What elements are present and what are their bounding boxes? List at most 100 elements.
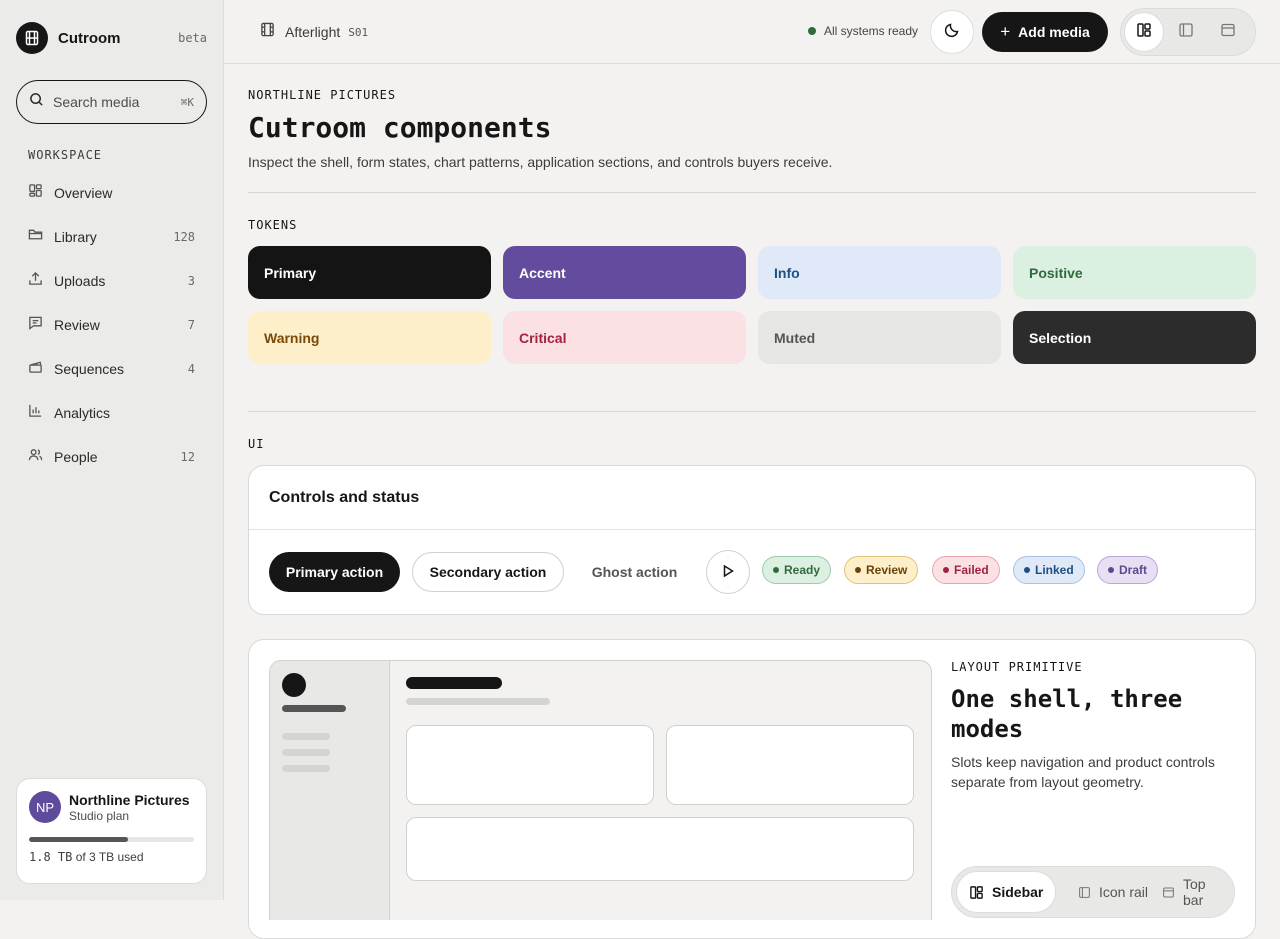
status-text: All systems ready — [824, 24, 919, 38]
preview-heading — [406, 677, 502, 689]
preview-sidebar — [270, 661, 390, 920]
main-content: NORTHLINE PICTURES Cutroom components In… — [224, 64, 1280, 939]
sidebar-item-uploads[interactable]: Uploads 3 — [16, 263, 207, 299]
section-divider — [248, 411, 1256, 412]
search-shortcut: ⌘K — [180, 95, 194, 109]
upload-icon — [28, 271, 43, 291]
system-status: All systems ready — [808, 24, 918, 38]
sidebar-item-sequences[interactable]: Sequences 4 — [16, 351, 207, 387]
token-critical: Critical — [503, 311, 746, 364]
badge-label: Draft — [1119, 563, 1148, 577]
badge-label: Failed — [954, 563, 989, 577]
storage-progress-fill — [29, 837, 128, 842]
status-dot — [855, 567, 861, 573]
layout-primitive-card: LAYOUT PRIMITIVE One shell, three modes … — [248, 639, 1256, 939]
workspace-label: WORKSPACE — [28, 148, 103, 162]
preview-line — [282, 749, 330, 756]
search-icon — [29, 92, 44, 112]
token-info: Info — [758, 246, 1001, 299]
shell-preview — [269, 660, 932, 920]
sidebar-item-label: Library — [54, 229, 97, 245]
ui-heading: UI — [248, 437, 265, 451]
token-selection: Selection — [1013, 311, 1256, 364]
moon-icon — [944, 22, 960, 43]
sidebar-item-library[interactable]: Library 128 — [16, 219, 207, 255]
add-media-button[interactable]: + Add media — [982, 12, 1108, 52]
breadcrumb[interactable]: Afterlight S01 — [260, 22, 368, 42]
plus-icon: + — [1000, 22, 1011, 41]
page-title: Cutroom components — [248, 111, 552, 144]
mode-option-top-bar[interactable]: Top bar — [1156, 871, 1234, 913]
token-accent: Accent — [503, 246, 746, 299]
sidebar-item-people[interactable]: People 12 — [16, 439, 207, 475]
sidebar-item-label: People — [54, 449, 98, 465]
status-badge-review: Review — [844, 556, 919, 584]
preview-avatar — [282, 673, 306, 697]
storage-usage: 1.8 TB of 3 TB used — [29, 850, 194, 864]
mode-option-icon-rail[interactable]: Icon rail — [1072, 871, 1154, 913]
play-icon — [721, 564, 735, 581]
controls-card: Controls and status Primary action Secon… — [248, 465, 1256, 615]
top-bar-layout-icon — [1162, 886, 1175, 899]
sidebar-item-count: 12 — [180, 450, 195, 464]
sidebar-layout-icon — [969, 885, 984, 900]
sidebar-item-review[interactable]: Review 7 — [16, 307, 207, 343]
storage-used: 1.8 TB — [29, 850, 73, 864]
sidebar-item-analytics[interactable]: Analytics — [16, 395, 207, 431]
preview-line — [406, 698, 550, 705]
topbar: Afterlight S01 All systems ready + Add m… — [224, 0, 1280, 64]
badge-label: Ready — [784, 563, 821, 577]
sidebar-item-count: 4 — [187, 362, 195, 376]
page-eyebrow: NORTHLINE PICTURES — [248, 88, 397, 102]
token-primary: Primary — [248, 246, 491, 299]
add-media-label: Add media — [1018, 24, 1090, 40]
search-input[interactable]: Search media ⌘K — [16, 80, 207, 124]
mode-option-sidebar[interactable]: Sidebar — [956, 871, 1057, 913]
controls-title: Controls and status — [249, 466, 1255, 530]
account-card[interactable]: NP Northline Pictures Studio plan 1.8 TB… — [16, 778, 207, 884]
sidebar-item-label: Review — [54, 317, 100, 333]
preview-line — [282, 705, 346, 712]
bar-chart-icon — [28, 403, 43, 423]
theme-toggle-button[interactable] — [930, 10, 974, 54]
tokens-heading: TOKENS — [248, 218, 298, 232]
status-dot — [808, 27, 816, 35]
mode-option-label: Top bar — [1183, 876, 1206, 908]
sidebar-item-label: Overview — [54, 185, 113, 201]
primary-action-button[interactable]: Primary action — [269, 552, 400, 592]
film-icon — [260, 22, 275, 42]
mode-option-label: Icon rail — [1099, 884, 1149, 900]
status-badge-linked: Linked — [1013, 556, 1085, 584]
sidebar-item-count: 3 — [187, 274, 195, 288]
layout-mode-switcher — [1120, 8, 1256, 56]
play-button[interactable] — [706, 550, 750, 594]
sidebar-mode-button[interactable] — [1124, 12, 1164, 52]
status-badge-draft: Draft — [1097, 556, 1159, 584]
secondary-action-button[interactable]: Secondary action — [412, 552, 564, 592]
storage-progress — [29, 837, 194, 842]
episode-code: S01 — [348, 25, 369, 39]
status-dot — [1108, 567, 1114, 573]
ghost-action-button[interactable]: Ghost action — [576, 552, 693, 592]
comment-icon — [28, 315, 43, 335]
preview-line — [282, 765, 330, 772]
top-bar-mode-button[interactable] — [1208, 12, 1248, 52]
layout-primitive-description: Slots keep navigation and product contro… — [951, 754, 1215, 790]
preview-panel — [406, 725, 654, 805]
search-placeholder: Search media — [53, 94, 140, 110]
sidebar-layout-icon — [1136, 22, 1152, 43]
token-muted: Muted — [758, 311, 1001, 364]
sidebar-item-label: Sequences — [54, 361, 125, 377]
token-positive: Positive — [1013, 246, 1256, 299]
brand[interactable]: Cutroom beta — [16, 22, 207, 54]
status-dot — [773, 567, 779, 573]
section-divider — [248, 192, 1256, 193]
beta-tag: beta — [178, 31, 207, 45]
icon-rail-mode-button[interactable] — [1166, 12, 1206, 52]
status-badge-ready: Ready — [762, 556, 832, 584]
project-name: Afterlight — [285, 24, 341, 40]
mode-option-label: Sidebar — [992, 884, 1044, 900]
clapper-icon — [28, 359, 43, 379]
sidebar-item-overview[interactable]: Overview — [16, 175, 207, 211]
top-bar-layout-icon — [1220, 22, 1236, 43]
